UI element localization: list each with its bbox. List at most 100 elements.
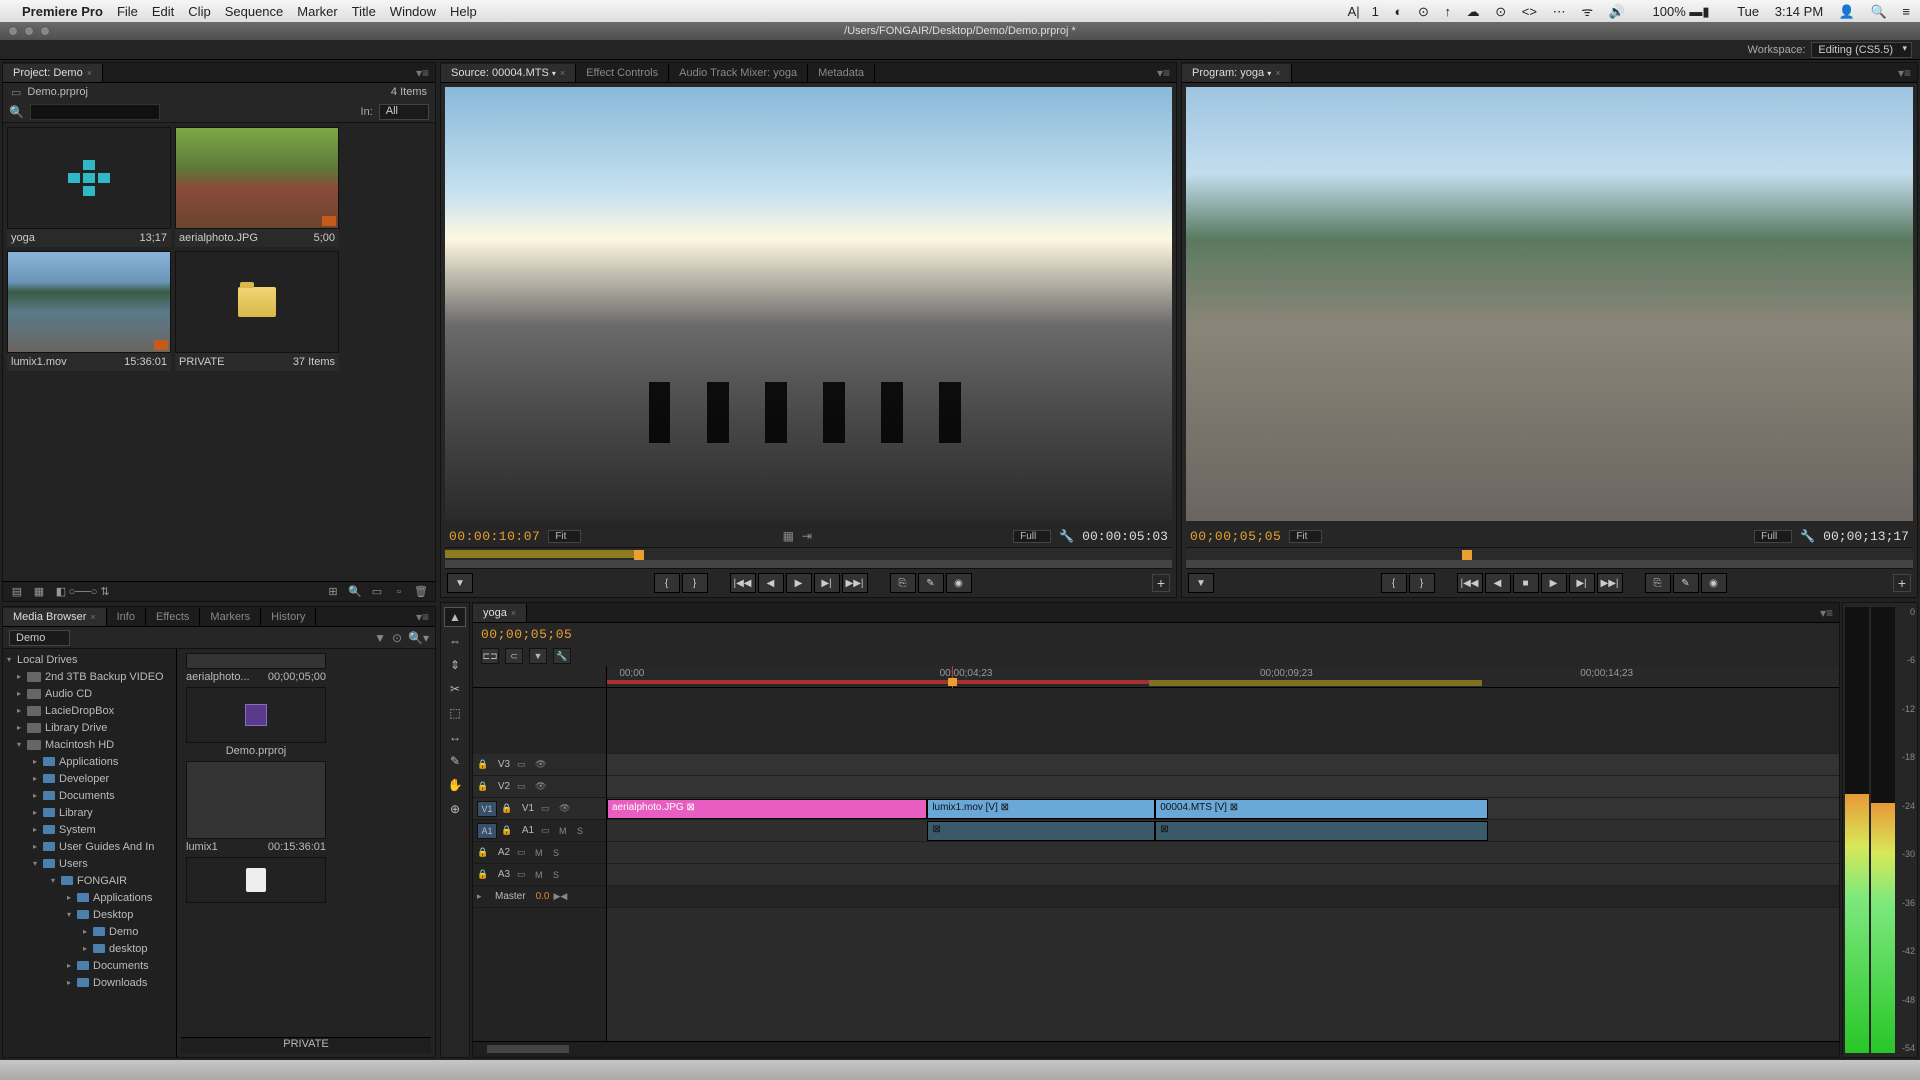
play-button[interactable]: ▶ bbox=[786, 573, 812, 593]
track-header-v2[interactable]: 🔒V2▭👁 bbox=[473, 776, 606, 798]
menu-help[interactable]: Help bbox=[450, 4, 477, 19]
mb-item[interactable]: lumix100:15:36:01 bbox=[181, 761, 331, 853]
toggle-output-icon[interactable]: ▭ bbox=[517, 781, 531, 792]
volume-icon[interactable]: 🔊 bbox=[1609, 4, 1625, 19]
program-scrubber[interactable] bbox=[1186, 547, 1913, 569]
program-res-selector[interactable]: Full bbox=[1754, 530, 1792, 543]
automate-icon[interactable]: ⊞ bbox=[325, 585, 341, 599]
step-forward-button[interactable]: ▶| bbox=[814, 573, 840, 593]
menu-sequence[interactable]: Sequence bbox=[225, 4, 284, 19]
project-item-image[interactable]: aerialphoto.JPG5;00 bbox=[175, 127, 339, 247]
window-close-icon[interactable] bbox=[8, 26, 18, 36]
menu-clip[interactable]: Clip bbox=[188, 4, 210, 19]
battery-status[interactable]: 100% ▬▮ bbox=[1641, 4, 1710, 19]
solo-icon[interactable]: S bbox=[553, 870, 567, 880]
source-scrubber[interactable] bbox=[445, 547, 1172, 569]
insert-button[interactable]: ⎘ bbox=[890, 573, 916, 593]
menu-window[interactable]: Window bbox=[390, 4, 436, 19]
mb-item[interactable]: Demo.prproj bbox=[181, 687, 331, 757]
mark-in-button[interactable]: { bbox=[654, 573, 680, 593]
mb-content[interactable]: aerialphoto...00;00;05;00 Demo.prproj lu… bbox=[177, 649, 435, 1057]
source-video-display[interactable] bbox=[445, 87, 1172, 521]
panel-menu-icon[interactable]: ▾≡ bbox=[1892, 66, 1917, 80]
timeline-clip[interactable]: lumix1.mov [V] ⊠ bbox=[927, 799, 1155, 819]
linked-selection-button[interactable]: ⊂ bbox=[505, 648, 523, 664]
status-icon[interactable]: ⊙ bbox=[1418, 4, 1429, 19]
timeline-tracks[interactable]: aerialphoto.JPG ⊠ lumix1.mov [V] ⊠ 00004… bbox=[607, 688, 1839, 1041]
icon-view-icon[interactable]: ▦ bbox=[31, 585, 47, 599]
snap-button[interactable]: ⊏⊐ bbox=[481, 648, 499, 664]
notifications-icon[interactable]: ≡ bbox=[1902, 4, 1910, 19]
selection-tool[interactable]: ▲ bbox=[444, 607, 466, 627]
razor-tool[interactable]: ✂ bbox=[444, 679, 466, 699]
lock-icon[interactable]: 🔒 bbox=[477, 781, 491, 792]
project-item-sequence[interactable]: yoga13;17 bbox=[7, 127, 171, 247]
mb-ingest-icon[interactable]: ⊙ bbox=[392, 631, 402, 645]
export-frame-button[interactable]: ◉ bbox=[946, 573, 972, 593]
tab-program[interactable]: Program: yoga ▾× bbox=[1182, 64, 1292, 82]
marker-button[interactable]: ▼ bbox=[529, 648, 547, 664]
export-frame-button[interactable]: ◉ bbox=[1701, 573, 1727, 593]
status-icon[interactable]: ⋯ bbox=[1553, 4, 1566, 19]
project-item-video[interactable]: lumix1.mov15:36:01 bbox=[7, 251, 171, 371]
button-editor-icon[interactable]: + bbox=[1152, 574, 1170, 592]
tab-effect-controls[interactable]: Effect Controls bbox=[576, 64, 669, 82]
track-header-a1[interactable]: A1🔒A1▭MS bbox=[473, 820, 606, 842]
tab-history[interactable]: History bbox=[261, 608, 316, 626]
eye-icon[interactable]: 👁 bbox=[535, 759, 549, 770]
go-to-in-button[interactable]: |◀◀ bbox=[1457, 573, 1483, 593]
mb-item[interactable]: aerialphoto...00;00;05;00 bbox=[181, 653, 331, 683]
toggle-output-icon[interactable]: ▭ bbox=[517, 759, 531, 770]
add-marker-button[interactable]: ▼ bbox=[447, 573, 473, 593]
ripple-edit-tool[interactable]: ⇕ bbox=[444, 655, 466, 675]
program-zoom-selector[interactable]: Fit bbox=[1289, 530, 1322, 543]
settings-button[interactable]: 🔧 bbox=[553, 648, 571, 664]
program-video-display[interactable] bbox=[1186, 87, 1913, 521]
play-button[interactable]: ▶ bbox=[1541, 573, 1567, 593]
track-header-master[interactable]: ▸Master0.0▶◀ bbox=[473, 886, 606, 908]
solo-icon[interactable]: S bbox=[553, 848, 567, 858]
mute-icon[interactable]: M bbox=[535, 870, 549, 880]
freeform-view-icon[interactable]: ◧ bbox=[53, 585, 69, 599]
filter-in-selector[interactable]: All bbox=[379, 104, 429, 120]
close-icon[interactable]: × bbox=[90, 612, 95, 622]
spotlight-icon[interactable]: 🔍 bbox=[1871, 4, 1887, 19]
eye-icon[interactable]: 👁 bbox=[535, 781, 549, 792]
lock-icon[interactable]: 🔒 bbox=[501, 825, 515, 836]
track-header-v3[interactable]: 🔒V3▭👁 bbox=[473, 754, 606, 776]
close-icon[interactable]: × bbox=[87, 68, 92, 78]
hand-tool[interactable]: ✋ bbox=[444, 775, 466, 795]
add-marker-button[interactable]: ▼ bbox=[1188, 573, 1214, 593]
find-icon[interactable]: 🔍 bbox=[347, 585, 363, 599]
new-item-icon[interactable]: ▫ bbox=[391, 585, 407, 599]
go-to-out-button[interactable]: ▶▶| bbox=[842, 573, 868, 593]
trash-icon[interactable]: 🗑 bbox=[413, 585, 429, 599]
safe-margins-icon[interactable]: ▦ bbox=[783, 529, 794, 543]
zoom-tool[interactable]: ⊕ bbox=[444, 799, 466, 819]
source-zoom-selector[interactable]: Fit bbox=[548, 530, 581, 543]
mb-filter-icon[interactable]: ▼ bbox=[374, 631, 386, 645]
timeline-audio-clip[interactable]: ⊠ bbox=[1155, 821, 1488, 841]
timeline-ruler[interactable]: 00;00 00;00;04;23 00;00;09;23 00;00;14;2… bbox=[607, 666, 1839, 687]
timeline-timecode[interactable]: 00;00;05;05 bbox=[481, 627, 572, 642]
lock-icon[interactable]: 🔒 bbox=[477, 869, 491, 880]
app-name[interactable]: Premiere Pro bbox=[22, 4, 103, 19]
tab-sequence[interactable]: yoga× bbox=[473, 604, 527, 622]
menu-edit[interactable]: Edit bbox=[152, 4, 174, 19]
timeline-clip[interactable]: 00004.MTS [V] ⊠ bbox=[1155, 799, 1488, 819]
go-to-in-button[interactable]: |◀◀ bbox=[730, 573, 756, 593]
source-timecode-current[interactable]: 00:00:10:07 bbox=[449, 529, 540, 544]
mb-item[interactable] bbox=[181, 857, 331, 903]
tab-info[interactable]: Info bbox=[107, 608, 146, 626]
source-res-selector[interactable]: Full bbox=[1013, 530, 1051, 543]
user-icon[interactable]: 👤 bbox=[1839, 4, 1855, 19]
new-bin-icon[interactable]: ▭ bbox=[369, 585, 385, 599]
zoom-slider[interactable]: ○──○ bbox=[75, 585, 91, 599]
track-header-a2[interactable]: 🔒A2▭MS bbox=[473, 842, 606, 864]
track-header-a3[interactable]: 🔒A3▭MS bbox=[473, 864, 606, 886]
status-icon[interactable]: ☁ bbox=[1467, 4, 1480, 19]
overwrite-button[interactable]: ✎ bbox=[918, 573, 944, 593]
slip-tool[interactable]: ⬚ bbox=[444, 703, 466, 723]
toggle-output-icon[interactable]: ▭ bbox=[541, 803, 555, 814]
go-to-out-button[interactable]: ▶▶| bbox=[1597, 573, 1623, 593]
